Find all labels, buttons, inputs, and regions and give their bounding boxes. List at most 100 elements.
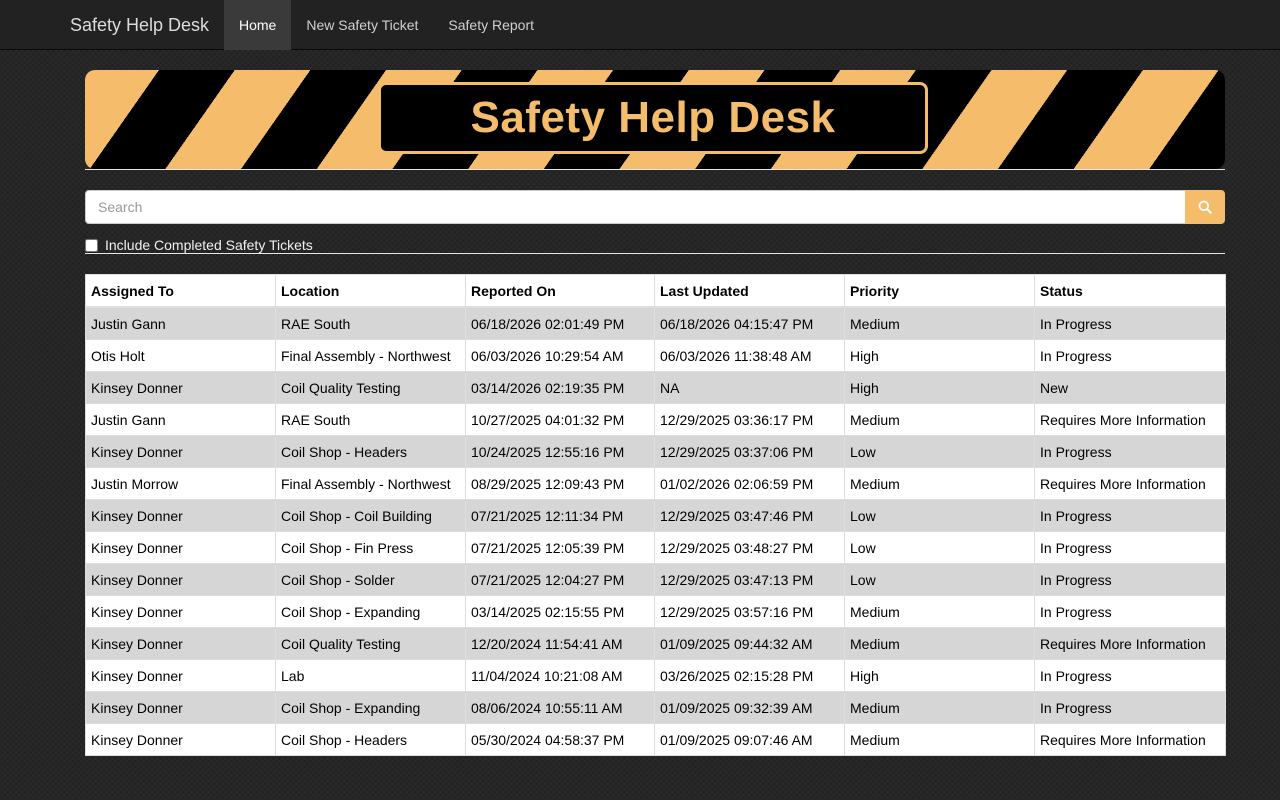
cell-priority: Low	[844, 435, 1035, 468]
cell-status: Requires More Information	[1034, 403, 1226, 436]
cell-priority: Medium	[844, 595, 1035, 628]
main-nav: Home New Safety Ticket Safety Report	[224, 0, 549, 50]
table-row[interactable]: Kinsey Donner Coil Shop - Headers 05/30/20…	[85, 723, 1226, 756]
cell-location: Coil Quality Testing	[275, 627, 466, 660]
include-completed-label: Include Completed Safety Tickets	[105, 237, 313, 253]
cell-status: In Progress	[1034, 435, 1226, 468]
search-icon	[1198, 200, 1212, 214]
cell-reported-on: 12/20/2024 11:54:41 AM	[465, 627, 655, 660]
cell-location: Coil Shop - Expanding	[275, 595, 466, 628]
cell-last-updated: 01/02/2026 02:06:59 PM	[654, 467, 845, 500]
cell-reported-on: 10/24/2025 12:55:16 PM	[465, 435, 655, 468]
divider-top	[85, 169, 1225, 170]
cell-assigned-to: Kinsey Donner	[85, 499, 276, 532]
cell-assigned-to: Kinsey Donner	[85, 435, 276, 468]
cell-priority: Medium	[844, 723, 1035, 756]
cell-status: New	[1034, 371, 1226, 404]
cell-status: In Progress	[1034, 339, 1226, 372]
table-row[interactable]: Kinsey Donner Coil Quality Testing 03/14/2…	[85, 371, 1226, 404]
cell-status: In Progress	[1034, 659, 1226, 692]
top-navbar: Safety Help Desk Home New Safety Ticket …	[0, 0, 1280, 50]
cell-status: Requires More Information	[1034, 723, 1226, 756]
table-header: Assigned To Location Reported On Last Up…	[85, 274, 1226, 308]
cell-priority: Medium	[844, 403, 1035, 436]
table-row[interactable]: Justin Gann RAE South 06/18/2026 02:01:49 …	[85, 306, 1226, 340]
cell-location: Coil Shop - Headers	[275, 723, 466, 756]
table-row[interactable]: Justin Morrow Final Assembly - Northwest 0…	[85, 467, 1226, 500]
cell-location: Coil Shop - Expanding	[275, 691, 466, 724]
column-header-location[interactable]: Location	[275, 274, 466, 308]
cell-status: In Progress	[1034, 531, 1226, 564]
column-header-last-updated[interactable]: Last Updated	[654, 274, 845, 308]
cell-assigned-to: Kinsey Donner	[85, 563, 276, 596]
cell-status: In Progress	[1034, 306, 1226, 340]
nav-item-home: Home	[224, 0, 292, 50]
column-header-assigned-to[interactable]: Assigned To	[85, 274, 276, 308]
search-button[interactable]	[1185, 190, 1225, 224]
cell-assigned-to: Justin Gann	[85, 403, 276, 436]
table-row[interactable]: Kinsey Donner Lab 11/04/2024 10:21:08 AM 03…	[85, 659, 1226, 692]
cell-assigned-to: Justin Gann	[85, 306, 276, 340]
cell-priority: Low	[844, 499, 1035, 532]
cell-last-updated: 12/29/2025 03:37:06 PM	[654, 435, 845, 468]
nav-item-new-safety-ticket: New Safety Ticket	[291, 0, 433, 50]
cell-last-updated: 01/09/2025 09:07:46 AM	[654, 723, 845, 756]
cell-reported-on: 05/30/2024 04:58:37 PM	[465, 723, 655, 756]
table-row[interactable]: Otis Holt Final Assembly - Northwest 06/03…	[85, 339, 1226, 372]
cell-location: Final Assembly - Northwest	[275, 467, 466, 500]
cell-reported-on: 06/03/2026 10:29:54 AM	[465, 339, 655, 372]
cell-priority: Low	[844, 563, 1035, 596]
cell-last-updated: 12/29/2025 03:47:46 PM	[654, 499, 845, 532]
cell-status: Requires More Information	[1034, 467, 1226, 500]
cell-reported-on: 11/04/2024 10:21:08 AM	[465, 659, 655, 692]
search-input[interactable]	[85, 190, 1185, 224]
cell-reported-on: 07/21/2025 12:05:39 PM	[465, 531, 655, 564]
cell-location: Lab	[275, 659, 466, 692]
cell-assigned-to: Justin Morrow	[85, 467, 276, 500]
cell-status: In Progress	[1034, 563, 1226, 596]
table-row[interactable]: Kinsey Donner Coil Shop - Solder 07/21/202…	[85, 563, 1226, 596]
cell-reported-on: 03/14/2026 02:19:35 PM	[465, 371, 655, 404]
cell-location: RAE South	[275, 403, 466, 436]
column-header-reported-on[interactable]: Reported On	[465, 274, 655, 308]
table-row[interactable]: Justin Gann RAE South 10/27/2025 04:01:32 …	[85, 403, 1226, 436]
table-header-row: Assigned To Location Reported On Last Up…	[85, 274, 1226, 308]
table-body: Justin Gann RAE South 06/18/2026 02:01:49 …	[85, 306, 1226, 756]
include-completed-checkbox[interactable]	[85, 238, 98, 252]
cell-priority: High	[844, 339, 1035, 372]
cell-location: Coil Shop - Coil Building	[275, 499, 466, 532]
cell-last-updated: 06/03/2026 11:38:48 AM	[654, 339, 845, 372]
brand-link[interactable]: Safety Help Desk	[70, 0, 209, 50]
column-header-priority[interactable]: Priority	[844, 274, 1035, 308]
nav-item-safety-report: Safety Report	[433, 0, 549, 50]
cell-last-updated: 01/09/2025 09:44:32 AM	[654, 627, 845, 660]
cell-last-updated: 06/18/2026 04:15:47 PM	[654, 306, 845, 340]
cell-priority: Medium	[844, 467, 1035, 500]
cell-status: Requires More Information	[1034, 627, 1226, 660]
table-row[interactable]: Kinsey Donner Coil Shop - Headers 10/24/20…	[85, 435, 1226, 468]
nav-link-safety-report[interactable]: Safety Report	[433, 0, 549, 50]
table-row[interactable]: Kinsey Donner Coil Shop - Expanding 03/14/…	[85, 595, 1226, 628]
nav-link-home[interactable]: Home	[224, 0, 292, 50]
cell-location: Coil Quality Testing	[275, 371, 466, 404]
cell-assigned-to: Kinsey Donner	[85, 723, 276, 756]
cell-reported-on: 03/14/2025 02:15:55 PM	[465, 595, 655, 628]
cell-reported-on: 07/21/2025 12:11:34 PM	[465, 499, 655, 532]
cell-reported-on: 08/06/2024 10:55:11 AM	[465, 691, 655, 724]
cell-last-updated: 03/26/2025 02:15:28 PM	[654, 659, 845, 692]
main-content: Safety Help Desk Include Completed Safet…	[85, 70, 1226, 756]
table-row[interactable]: Kinsey Donner Coil Shop - Expanding 08/06/…	[85, 691, 1226, 724]
table-row[interactable]: Kinsey Donner Coil Shop - Fin Press 07/21/…	[85, 531, 1226, 564]
cell-priority: High	[844, 659, 1035, 692]
table-row[interactable]: Kinsey Donner Coil Shop - Coil Building 07…	[85, 499, 1226, 532]
cell-priority: Medium	[844, 627, 1035, 660]
cell-last-updated: NA	[654, 371, 845, 404]
table-row[interactable]: Kinsey Donner Coil Quality Testing 12/20/2…	[85, 627, 1226, 660]
column-header-status[interactable]: Status	[1034, 274, 1226, 308]
cell-location: Coil Shop - Headers	[275, 435, 466, 468]
nav-link-new-safety-ticket[interactable]: New Safety Ticket	[291, 0, 433, 50]
cell-last-updated: 12/29/2025 03:47:13 PM	[654, 563, 845, 596]
cell-last-updated: 12/29/2025 03:48:27 PM	[654, 531, 845, 564]
cell-reported-on: 10/27/2025 04:01:32 PM	[465, 403, 655, 436]
cell-assigned-to: Kinsey Donner	[85, 595, 276, 628]
